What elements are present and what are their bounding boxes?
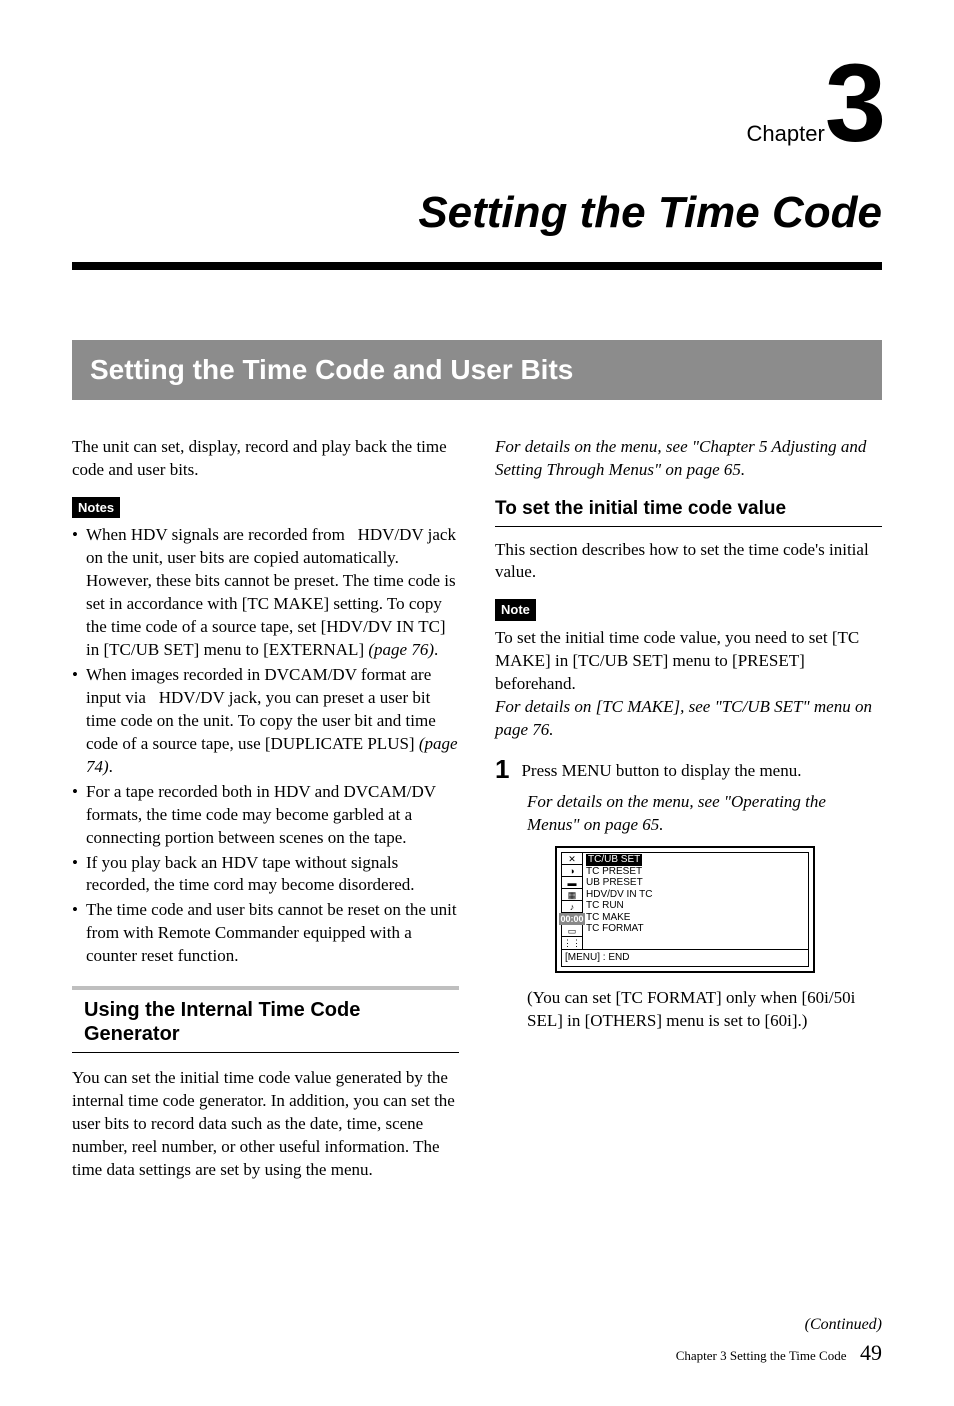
continued-label: (Continued): [676, 1316, 882, 1334]
step-1: 1 Press MENU button to display the menu.: [495, 756, 882, 783]
menu-icon: ◑: [562, 865, 582, 877]
page-title: Setting the Time Code: [72, 188, 882, 244]
menu-item: HDV/DV IN TC: [586, 889, 805, 901]
menu-icon: ♪: [562, 901, 582, 913]
right-column: For details on the menu, see "Chapter 5 …: [495, 436, 882, 1196]
menu-icon: ⋮⋮: [562, 937, 582, 949]
note-item: The time code and user bits cannot be re…: [72, 899, 459, 968]
notes-list: When HDV signals are recorded from HDV/D…: [72, 524, 459, 968]
note-text: If you play back an HDV tape without sig…: [86, 853, 415, 895]
note-item: When images recorded in DVCAM/DV format …: [72, 664, 459, 779]
page-title-block: Setting the Time Code: [72, 188, 882, 270]
note-item: When HDV signals are recorded from HDV/D…: [72, 524, 459, 662]
note-item: If you play back an HDV tape without sig…: [72, 852, 459, 898]
note-ref: (page 76): [368, 640, 434, 659]
menu-item: TC FORMAT: [586, 923, 805, 935]
notes-label: Notes: [72, 497, 120, 519]
footer-page-number: 49: [860, 1340, 882, 1365]
note-body: To set the initial time code value, you …: [495, 627, 882, 696]
menu-icon: ▦: [562, 889, 582, 901]
menu-icon-highlight: 00:00: [562, 913, 582, 925]
step-number: 1: [495, 756, 509, 782]
note-text: When images recorded in DVCAM/DV format …: [86, 665, 436, 753]
menu-icon: ▭: [562, 925, 582, 937]
page-footer: (Continued) Chapter 3 Setting the Time C…: [72, 1316, 882, 1366]
step-reference: For details on the menu, see "Operating …: [527, 791, 882, 837]
menu-item-list: TC/UB SET TC PRESET UB PRESET HDV/DV IN …: [583, 852, 809, 950]
menu-footer: [MENU] : END: [561, 950, 809, 967]
menu-icon: ▬: [562, 877, 582, 889]
menu-detail-ref: For details on the menu, see "Chapter 5 …: [495, 436, 882, 482]
chapter-label: Chapter: [747, 121, 825, 147]
note-ref-text: For details on [TC MAKE], see "TC/UB SET…: [495, 696, 882, 742]
menu-icon-column: ✕ ◑ ▬ ▦ ♪ 00:00 ▭ ⋮⋮: [561, 852, 583, 950]
format-note: (You can set [TC FORMAT] only when [60i/…: [527, 987, 882, 1033]
menu-item-selected: TC/UB SET: [586, 854, 642, 866]
note-label: Note: [495, 599, 536, 621]
note-item: For a tape recorded both in HDV and DVCA…: [72, 781, 459, 850]
chapter-number: 3: [825, 60, 882, 148]
menu-item: UB PRESET: [586, 877, 805, 889]
menu-item: TC PRESET: [586, 866, 805, 878]
left-column: The unit can set, display, record and pl…: [72, 436, 459, 1196]
menu-figure: ✕ ◑ ▬ ▦ ♪ 00:00 ▭ ⋮⋮ TC/UB SET TC PRESET…: [555, 846, 815, 973]
intro-text: The unit can set, display, record and pl…: [72, 436, 459, 482]
title-rule-thick: [72, 264, 882, 270]
subsection-desc: This section describes how to set the ti…: [495, 539, 882, 585]
menu-item: TC MAKE: [586, 912, 805, 924]
subsection-text: You can set the initial time code value …: [72, 1067, 459, 1182]
section-heading: Setting the Time Code and User Bits: [72, 340, 882, 400]
menu-item: TC RUN: [586, 900, 805, 912]
step-text: Press MENU button to display the menu.: [521, 756, 882, 783]
menu-icon: ✕: [562, 853, 582, 865]
subsection-heading: Using the Internal Time Code Generator: [72, 986, 459, 1053]
note-text: For a tape recorded both in HDV and DVCA…: [86, 782, 436, 847]
footer-meta: Chapter 3 Setting the Time Code: [676, 1348, 847, 1363]
chapter-heading: Chapter3: [72, 60, 882, 148]
note-text: The time code and user bits cannot be re…: [86, 900, 457, 965]
subsection-heading-2: To set the initial time code value: [495, 496, 882, 527]
